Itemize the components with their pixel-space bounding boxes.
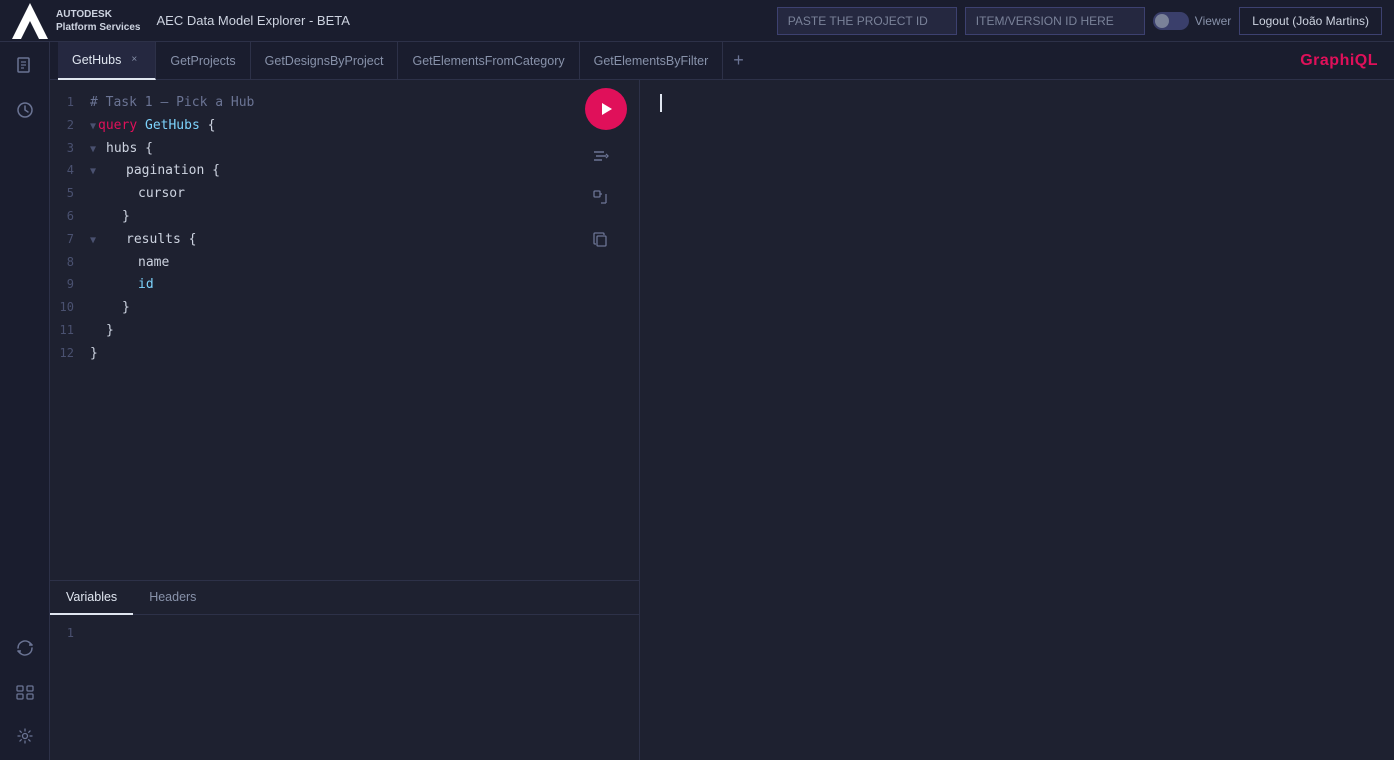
tab-getdesignsbyproject[interactable]: GetDesignsByProject — [251, 42, 399, 80]
tab-getelemenetsbyfilter[interactable]: GetElementsByFilter — [580, 42, 724, 80]
history-icon[interactable] — [13, 98, 37, 122]
tab-variables[interactable]: Variables — [50, 581, 133, 615]
sidebar — [0, 42, 50, 760]
tab-getprojects[interactable]: GetProjects — [156, 42, 250, 80]
run-query-button[interactable] — [585, 88, 627, 130]
toggle-knob — [1155, 14, 1169, 28]
header-controls: Viewer Logout (João Martins) — [777, 7, 1382, 35]
tab-gethubs[interactable]: GetHubs × — [58, 42, 156, 80]
code-line: 10 } — [50, 297, 639, 320]
viewer-toggle: Viewer — [1153, 12, 1231, 30]
tab-label: GetProjects — [170, 54, 235, 68]
copy-button[interactable] — [585, 224, 617, 256]
shortcut-icon[interactable] — [13, 680, 37, 704]
tab-getelementsfromcategory[interactable]: GetElementsFromCategory — [398, 42, 579, 80]
panel-tabs: Variables Headers — [50, 581, 639, 615]
autodesk-logo — [12, 3, 48, 39]
settings-icon[interactable] — [13, 724, 37, 748]
variables-content[interactable]: 1 — [50, 615, 639, 760]
editor-section: 1 # Task 1 – Pick a Hub 2 ▼query GetHubs… — [50, 80, 1394, 760]
tab-close-gethubs[interactable]: × — [127, 53, 141, 67]
docs-icon[interactable] — [13, 54, 37, 78]
tab-label: GetElementsFromCategory — [412, 54, 564, 68]
code-line: 3 ▼hubs { — [50, 138, 639, 161]
tab-label: GetElementsByFilter — [594, 54, 709, 68]
app-title: AEC Data Model Explorer - BETA — [157, 13, 777, 28]
code-line: 12 } — [50, 343, 639, 366]
code-line: 7 ▼results { — [50, 229, 639, 252]
logout-button[interactable]: Logout (João Martins) — [1239, 7, 1382, 35]
tab-label: GetHubs — [72, 53, 121, 67]
code-line: 8 name — [50, 252, 639, 275]
tabs-bar: GetHubs × GetProjects GetDesignsByProjec… — [50, 42, 1394, 80]
response-panel — [640, 80, 1394, 760]
code-line: 2 ▼query GetHubs { — [50, 115, 639, 138]
refresh-icon[interactable] — [13, 636, 37, 660]
code-line: 5 cursor — [50, 183, 639, 206]
merge-button[interactable] — [585, 182, 617, 214]
content-area: GetHubs × GetProjects GetDesignsByProjec… — [50, 42, 1394, 760]
prettify-button[interactable] — [585, 140, 617, 172]
sidebar-bottom — [13, 636, 37, 748]
viewer-toggle-switch[interactable] — [1153, 12, 1189, 30]
viewer-label: Viewer — [1195, 14, 1231, 28]
logo-area: AUTODESK Platform Services — [12, 3, 141, 39]
code-line: 6 } — [50, 206, 639, 229]
code-line: 1 # Task 1 – Pick a Hub — [50, 92, 639, 115]
main-layout: GetHubs × GetProjects GetDesignsByProjec… — [0, 42, 1394, 760]
project-id-input[interactable] — [777, 7, 957, 35]
code-line: 1 — [50, 623, 639, 644]
code-line: 9 id — [50, 274, 639, 297]
version-id-input[interactable] — [965, 7, 1145, 35]
code-editor[interactable]: 1 # Task 1 – Pick a Hub 2 ▼query GetHubs… — [50, 80, 639, 580]
header: AUTODESK Platform Services AEC Data Mode… — [0, 0, 1394, 42]
tab-headers[interactable]: Headers — [133, 581, 212, 615]
query-panel: 1 # Task 1 – Pick a Hub 2 ▼query GetHubs… — [50, 80, 640, 760]
tab-label: GetDesignsByProject — [265, 54, 384, 68]
logo-text: AUTODESK Platform Services — [56, 8, 141, 34]
editor-toolbar — [585, 88, 627, 256]
tab-add-button[interactable]: + — [723, 42, 754, 80]
graphiql-label: GraphiQL — [1300, 52, 1386, 70]
code-line: 4 ▼pagination { — [50, 160, 639, 183]
code-line: 11 } — [50, 320, 639, 343]
cursor — [660, 94, 662, 112]
variables-panel: Variables Headers 1 — [50, 580, 639, 760]
